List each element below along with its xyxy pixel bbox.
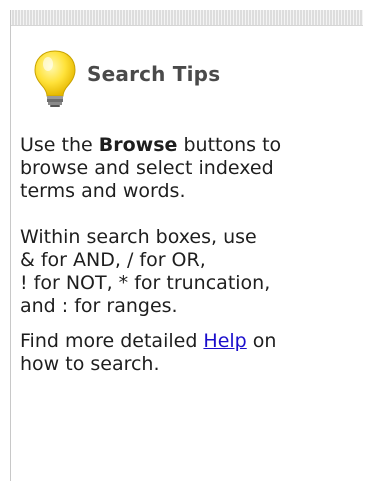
browse-keyword: Browse <box>98 134 178 156</box>
search-tips-panel: Search Tips Use the Browse buttons to br… <box>10 10 363 481</box>
tip-operators: Within search boxes, use & for AND, / fo… <box>20 226 271 317</box>
panel-top-strip <box>11 10 363 26</box>
tips-body: Use the Browse buttons to browse and sel… <box>20 134 355 376</box>
panel-header: Search Tips <box>31 48 220 108</box>
tip-help: Find more detailed Help on how to search… <box>20 330 277 375</box>
tip-browse: Use the Browse buttons to browse and sel… <box>20 134 282 202</box>
lightbulb-icon <box>34 50 76 107</box>
help-link[interactable]: Help <box>203 330 246 352</box>
panel-title: Search Tips <box>87 62 221 86</box>
